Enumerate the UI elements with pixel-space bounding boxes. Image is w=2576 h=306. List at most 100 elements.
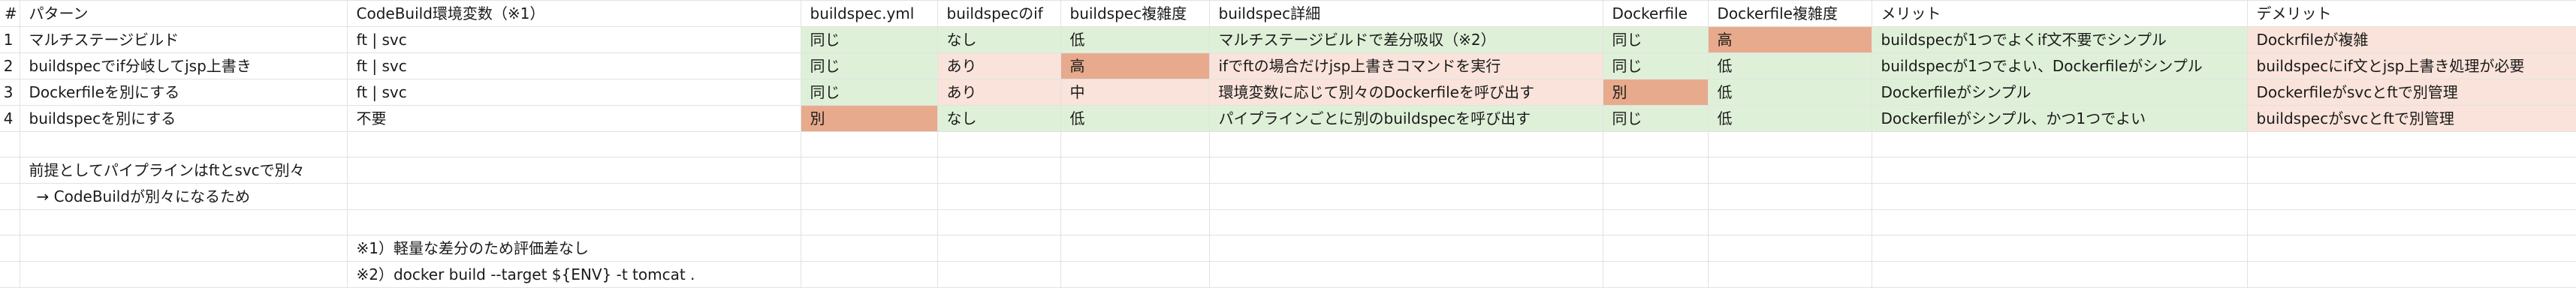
cell-buildspec-complexity[interactable]: 高 bbox=[1060, 52, 1210, 80]
empty-cell[interactable] bbox=[20, 131, 348, 158]
header-cell-number[interactable]: # bbox=[0, 0, 20, 27]
header-cell-buildspec-yml[interactable]: buildspec.yml bbox=[801, 0, 938, 27]
cell-pattern[interactable]: buildspecを別にする bbox=[20, 105, 348, 132]
header-cell-codebuild-env[interactable]: CodeBuild環境変数（※1） bbox=[347, 0, 801, 27]
cell-number[interactable]: 2 bbox=[0, 52, 20, 80]
cell-buildspec-yml[interactable]: 別 bbox=[801, 105, 938, 132]
empty-cell[interactable] bbox=[1060, 131, 1210, 158]
empty-cell[interactable] bbox=[0, 157, 20, 184]
empty-cell[interactable] bbox=[1060, 209, 1210, 236]
header-cell-buildspec-complexity[interactable]: buildspec複雑度 bbox=[1060, 0, 1210, 27]
cell-demerit[interactable]: Dockerfileがsvcとftで別管理 bbox=[2247, 79, 2576, 106]
cell-buildspec-if[interactable]: なし bbox=[937, 26, 1061, 53]
cell-buildspec-detail[interactable]: マルチステージビルドで差分吸収（※2） bbox=[1209, 26, 1603, 53]
empty-cell[interactable] bbox=[1708, 183, 1872, 210]
empty-cell[interactable] bbox=[1708, 209, 1872, 236]
header-cell-buildspec-if[interactable]: buildspecのif bbox=[937, 0, 1061, 27]
header-cell-buildspec-detail[interactable]: buildspec詳細 bbox=[1209, 0, 1603, 27]
empty-cell[interactable] bbox=[0, 261, 20, 288]
cell-codebuild-env[interactable]: 不要 bbox=[347, 105, 801, 132]
empty-cell[interactable] bbox=[937, 131, 1061, 158]
empty-cell[interactable] bbox=[1603, 261, 1709, 288]
header-cell-dockerfile[interactable]: Dockerfile bbox=[1603, 0, 1709, 27]
empty-cell[interactable] bbox=[1209, 183, 1603, 210]
empty-cell[interactable] bbox=[347, 157, 801, 184]
cell-merit[interactable]: buildspecが1つでよい、Dockerfileがシンプル bbox=[1872, 52, 2248, 80]
empty-cell[interactable] bbox=[1060, 183, 1210, 210]
cell-merit[interactable]: Dockerfileがシンプル bbox=[1872, 79, 2248, 106]
empty-cell[interactable] bbox=[2247, 157, 2576, 184]
empty-cell[interactable] bbox=[1872, 131, 2248, 158]
cell-buildspec-detail[interactable]: 環境変数に応じて別々のDockerfileを呼び出す bbox=[1209, 79, 1603, 106]
empty-cell[interactable] bbox=[0, 183, 20, 210]
empty-cell[interactable] bbox=[347, 209, 801, 236]
empty-cell[interactable] bbox=[20, 209, 348, 236]
empty-cell[interactable] bbox=[1708, 131, 1872, 158]
empty-cell[interactable] bbox=[937, 183, 1061, 210]
cell-dockerfile-complexity[interactable]: 高 bbox=[1708, 26, 1872, 53]
footnote-1[interactable]: ※1）軽量な差分のため評価差なし bbox=[347, 235, 801, 262]
empty-cell[interactable] bbox=[1872, 157, 2248, 184]
empty-cell[interactable] bbox=[1708, 235, 1872, 262]
cell-buildspec-yml[interactable]: 同じ bbox=[801, 26, 938, 53]
note-premise[interactable]: 前提としてパイプラインはftとsvcで別々 bbox=[20, 157, 348, 184]
empty-cell[interactable] bbox=[1209, 209, 1603, 236]
cell-number[interactable]: 3 bbox=[0, 79, 20, 106]
empty-cell[interactable] bbox=[1603, 209, 1709, 236]
cell-codebuild-env[interactable]: ft | svc bbox=[347, 52, 801, 80]
empty-cell[interactable] bbox=[1708, 261, 1872, 288]
cell-number[interactable]: 4 bbox=[0, 105, 20, 132]
empty-cell[interactable] bbox=[20, 235, 348, 262]
cell-merit[interactable]: Dockerfileがシンプル、かつ1つでよい bbox=[1872, 105, 2248, 132]
empty-cell[interactable] bbox=[801, 261, 938, 288]
empty-cell[interactable] bbox=[1209, 235, 1603, 262]
empty-cell[interactable] bbox=[801, 157, 938, 184]
note-premise-reason[interactable]: → CodeBuildが別々になるため bbox=[20, 183, 348, 210]
empty-cell[interactable] bbox=[1060, 261, 1210, 288]
cell-merit[interactable]: buildspecが1つでよくif文不要でシンプル bbox=[1872, 26, 2248, 53]
empty-cell[interactable] bbox=[0, 209, 20, 236]
cell-demerit[interactable]: buildspecがsvcとftで別管理 bbox=[2247, 105, 2576, 132]
empty-cell[interactable] bbox=[1060, 235, 1210, 262]
header-cell-dockerfile-complexity[interactable]: Dockerfile複雑度 bbox=[1708, 0, 1872, 27]
cell-buildspec-yml[interactable]: 同じ bbox=[801, 52, 938, 80]
header-cell-demerit[interactable]: デメリット bbox=[2247, 0, 2576, 27]
empty-cell[interactable] bbox=[1872, 261, 2248, 288]
footnote-2[interactable]: ※2）docker build --target ${ENV} -t tomca… bbox=[347, 261, 801, 288]
cell-codebuild-env[interactable]: ft | svc bbox=[347, 79, 801, 106]
empty-cell[interactable] bbox=[801, 131, 938, 158]
empty-cell[interactable] bbox=[1603, 157, 1709, 184]
header-cell-pattern[interactable]: パターン bbox=[20, 0, 348, 27]
empty-cell[interactable] bbox=[1872, 235, 2248, 262]
cell-buildspec-detail[interactable]: パイプラインごとに別のbuildspecを呼び出す bbox=[1209, 105, 1603, 132]
cell-dockerfile[interactable]: 同じ bbox=[1603, 52, 1709, 80]
cell-buildspec-if[interactable]: なし bbox=[937, 105, 1061, 132]
empty-cell[interactable] bbox=[2247, 183, 2576, 210]
cell-codebuild-env[interactable]: ft | svc bbox=[347, 26, 801, 53]
cell-buildspec-complexity[interactable]: 中 bbox=[1060, 79, 1210, 106]
empty-cell[interactable] bbox=[347, 183, 801, 210]
cell-buildspec-if[interactable]: あり bbox=[937, 52, 1061, 80]
empty-cell[interactable] bbox=[1603, 235, 1709, 262]
cell-pattern[interactable]: マルチステージビルド bbox=[20, 26, 348, 53]
empty-cell[interactable] bbox=[20, 261, 348, 288]
cell-buildspec-detail[interactable]: ifでftの場合だけjsp上書きコマンドを実行 bbox=[1209, 52, 1603, 80]
empty-cell[interactable] bbox=[2247, 131, 2576, 158]
empty-cell[interactable] bbox=[347, 131, 801, 158]
empty-cell[interactable] bbox=[2247, 209, 2576, 236]
empty-cell[interactable] bbox=[1209, 131, 1603, 158]
cell-dockerfile-complexity[interactable]: 低 bbox=[1708, 79, 1872, 106]
cell-demerit[interactable]: buildspecにif文とjsp上書き処理が必要 bbox=[2247, 52, 2576, 80]
cell-dockerfile[interactable]: 別 bbox=[1603, 79, 1709, 106]
cell-dockerfile-complexity[interactable]: 低 bbox=[1708, 105, 1872, 132]
empty-cell[interactable] bbox=[801, 235, 938, 262]
cell-dockerfile[interactable]: 同じ bbox=[1603, 105, 1709, 132]
empty-cell[interactable] bbox=[1872, 183, 2248, 210]
empty-cell[interactable] bbox=[2247, 235, 2576, 262]
cell-buildspec-if[interactable]: あり bbox=[937, 79, 1061, 106]
empty-cell[interactable] bbox=[1708, 157, 1872, 184]
empty-cell[interactable] bbox=[1872, 209, 2248, 236]
empty-cell[interactable] bbox=[1603, 131, 1709, 158]
cell-number[interactable]: 1 bbox=[0, 26, 20, 53]
empty-cell[interactable] bbox=[0, 235, 20, 262]
